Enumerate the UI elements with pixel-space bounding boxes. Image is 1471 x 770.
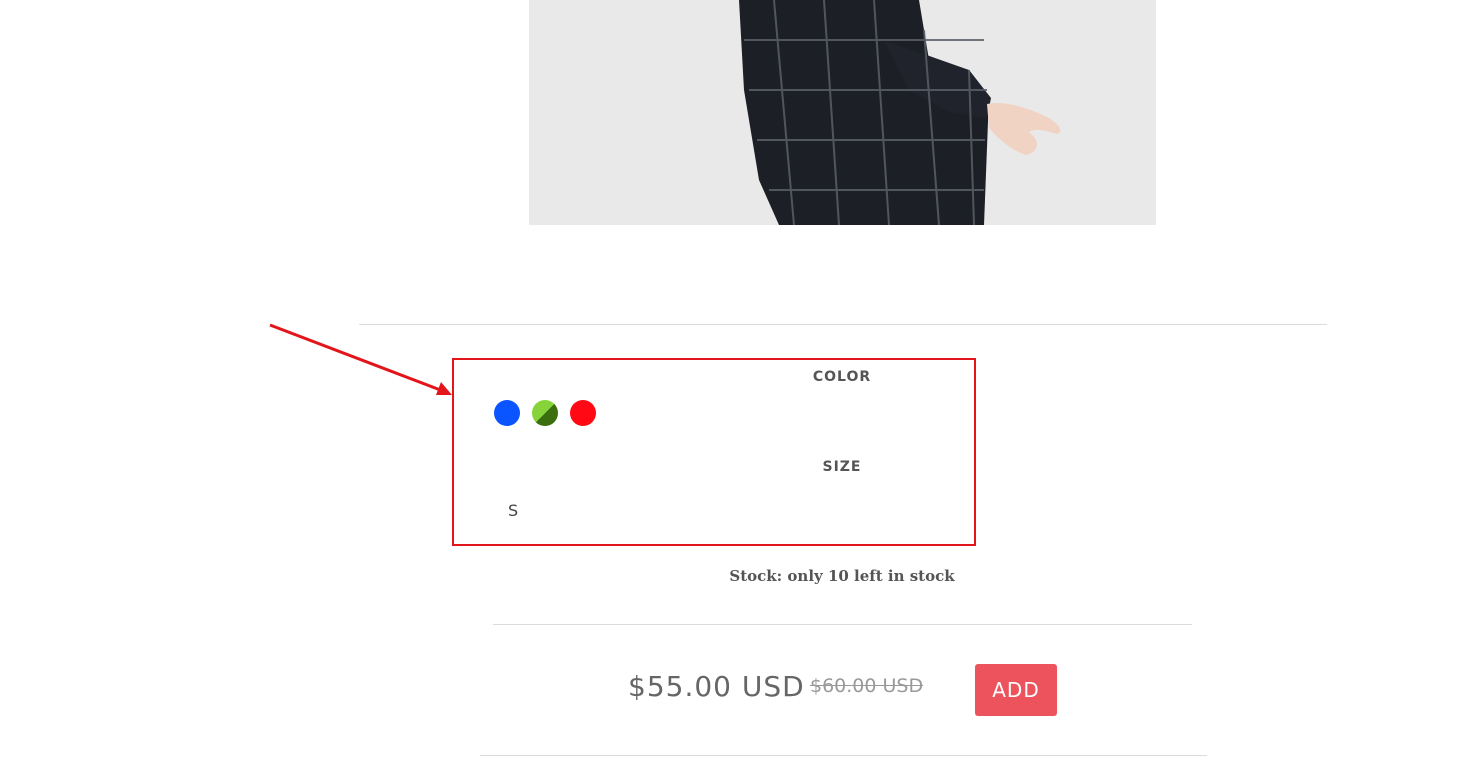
product-image: [529, 0, 1156, 225]
stock-status: Stock: only 10 left in stock: [729, 567, 955, 585]
size-label: SIZE: [822, 459, 862, 475]
product-image-graphic: [529, 0, 1156, 225]
original-price: $60.00 USD: [810, 675, 924, 697]
color-swatches: [494, 400, 596, 426]
size-option-s[interactable]: S: [508, 501, 524, 520]
price-divider-top: [493, 624, 1192, 625]
color-swatch-red[interactable]: [570, 400, 596, 426]
annotation-arrow-icon: [269, 323, 452, 395]
color-swatch-green[interactable]: [532, 400, 558, 426]
add-to-cart-button[interactable]: ADD: [975, 664, 1057, 716]
section-divider: [359, 324, 1327, 325]
current-price: $55.00 USD: [628, 670, 805, 703]
price-divider-bottom: [480, 755, 1207, 756]
highlight-box: [452, 358, 976, 546]
color-label: COLOR: [812, 369, 872, 385]
color-swatch-blue[interactable]: [494, 400, 520, 426]
